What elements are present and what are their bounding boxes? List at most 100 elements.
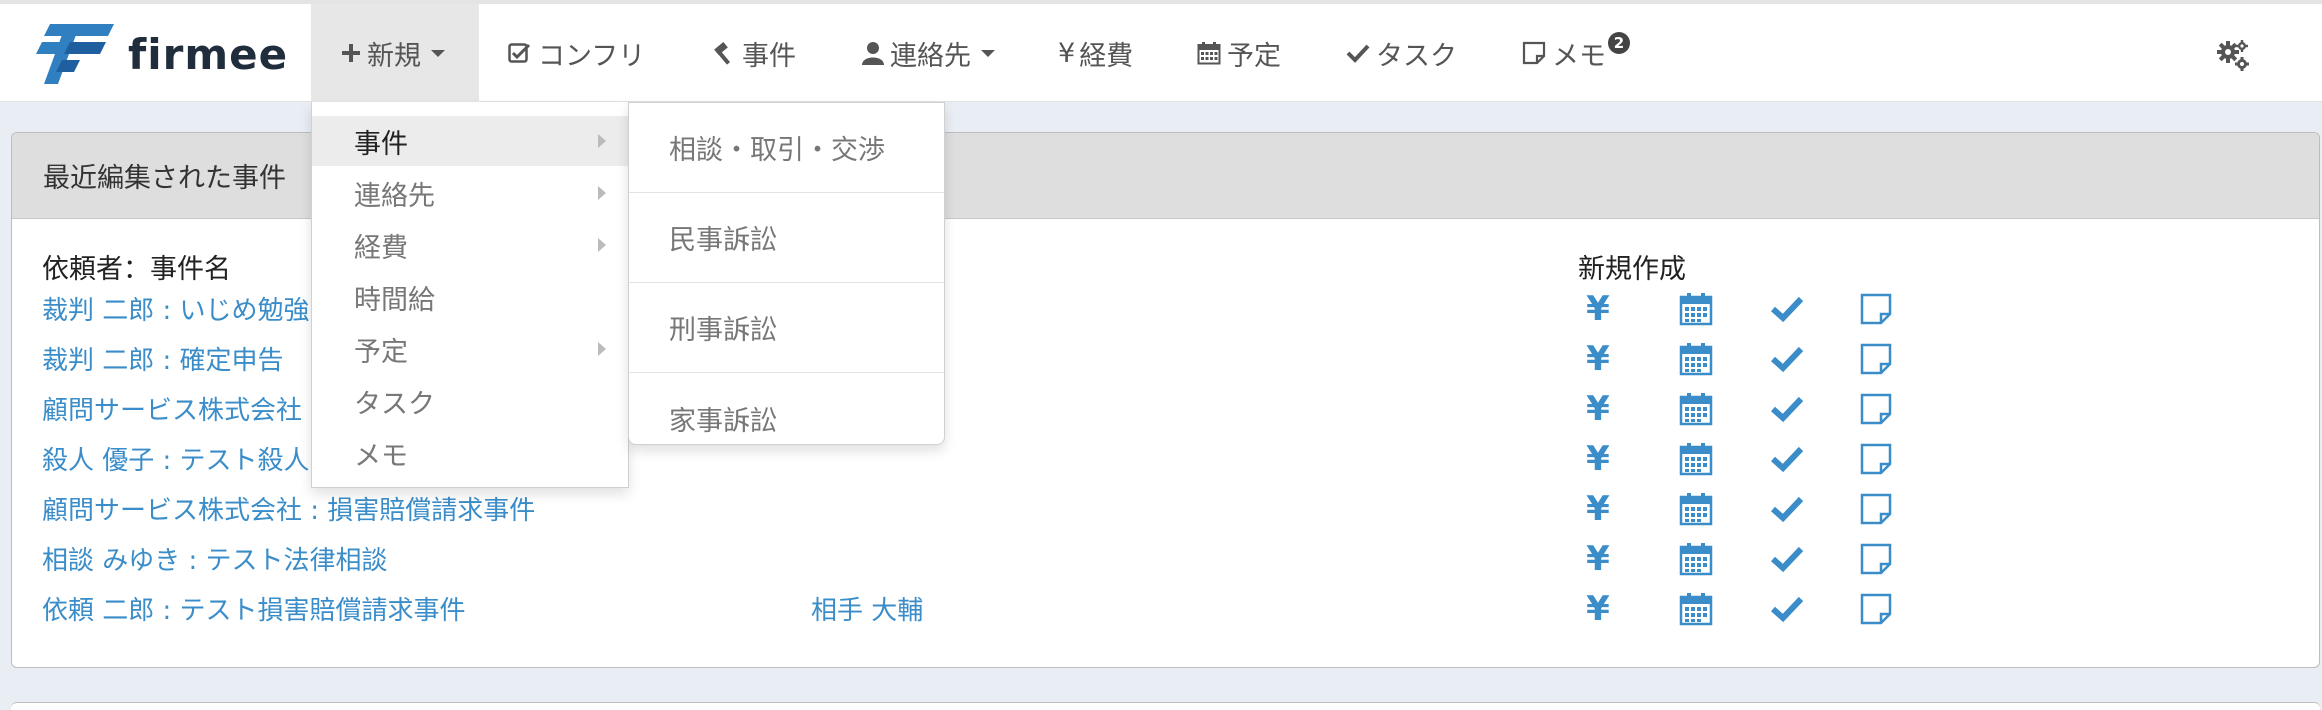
nav-cases-label: 事件 xyxy=(742,40,796,72)
new-expense-icon[interactable]: ¥ xyxy=(1578,289,1618,329)
menu-item-label: 予定 xyxy=(354,336,408,368)
case-type-submenu: 相談・取引・交渉 民事訴訟 刑事訴訟 家事訴訟 xyxy=(628,102,945,445)
new-expense-icon[interactable]: ¥ xyxy=(1578,589,1618,629)
nav-conflict-label: コンフリ xyxy=(538,40,646,72)
chevron-right-icon xyxy=(598,342,606,356)
case-link[interactable]: 裁判 二郎 : 確定申告 xyxy=(42,340,284,377)
menu-item-task[interactable]: タスク xyxy=(312,376,628,426)
menu-item-memo[interactable]: メモ xyxy=(312,428,628,478)
top-navbar: firmee 新規 コンフリ 事件 連絡先 ¥ 経費 予定 タスク メモ 2 xyxy=(0,0,2322,102)
case-link[interactable]: 依頼 二郎 : テスト損害賠償請求事件 xyxy=(42,590,466,627)
new-task-icon[interactable] xyxy=(1767,289,1807,329)
chevron-right-icon xyxy=(598,238,606,252)
new-memo-icon[interactable] xyxy=(1856,589,1896,629)
memo-count-badge: 2 xyxy=(1608,32,1630,54)
checkbox-icon xyxy=(508,42,532,64)
new-schedule-icon[interactable] xyxy=(1676,489,1716,529)
new-schedule-icon[interactable] xyxy=(1676,339,1716,379)
new-schedule-icon[interactable] xyxy=(1676,439,1716,479)
new-expense-icon[interactable]: ¥ xyxy=(1578,389,1618,429)
new-schedule-icon[interactable] xyxy=(1676,589,1716,629)
nav-contacts-dropdown[interactable]: 連絡先 xyxy=(862,4,995,102)
menu-item-label: メモ xyxy=(354,440,408,472)
nav-tasks-label: タスク xyxy=(1376,40,1457,72)
new-expense-icon[interactable]: ¥ xyxy=(1578,339,1618,379)
nav-cases[interactable]: 事件 xyxy=(712,4,796,102)
case-link[interactable]: 裁判 二郎 : いじめ勉強 xyxy=(42,290,310,327)
new-memo-icon[interactable] xyxy=(1856,539,1896,579)
menu-item-label: 時間給 xyxy=(354,284,435,316)
case-link[interactable]: 相談 みゆき : テスト法律相談 xyxy=(42,540,388,577)
column-header-new: 新規作成 xyxy=(1578,254,1686,285)
nav-conflict[interactable]: コンフリ xyxy=(508,4,645,102)
next-panel-edge xyxy=(11,702,2320,710)
gears-icon xyxy=(2217,40,2249,71)
case-link[interactable]: 殺人 優子 : テスト殺人 xyxy=(42,440,310,477)
new-memo-icon[interactable] xyxy=(1856,339,1896,379)
chevron-down-icon xyxy=(981,49,995,57)
new-task-icon[interactable] xyxy=(1767,589,1807,629)
submenu-item-family[interactable]: 家事訴訟 xyxy=(629,373,944,463)
yen-icon: ¥ xyxy=(1058,37,1076,69)
new-expense-icon[interactable]: ¥ xyxy=(1578,439,1618,479)
column-header-client-case: 依頼者：事件名 xyxy=(42,254,231,285)
brand-name: firmee xyxy=(128,29,289,79)
new-schedule-icon[interactable] xyxy=(1676,539,1716,579)
submenu-item-civil[interactable]: 民事訴訟 xyxy=(629,193,944,283)
yen-icon: ¥ xyxy=(1586,539,1610,579)
firmee-logo-icon xyxy=(36,24,114,84)
menu-item-label: 事件 xyxy=(354,128,408,160)
nav-tasks[interactable]: タスク xyxy=(1346,4,1457,102)
new-memo-icon[interactable] xyxy=(1856,489,1896,529)
new-task-icon[interactable] xyxy=(1767,439,1807,479)
nav-new-label: 新規 xyxy=(367,40,421,72)
new-expense-icon[interactable]: ¥ xyxy=(1578,489,1618,529)
new-memo-icon[interactable] xyxy=(1856,289,1896,329)
sticky-note-icon xyxy=(1522,41,1546,65)
nav-schedule[interactable]: 予定 xyxy=(1197,4,1281,102)
nav-expenses[interactable]: ¥ 経費 xyxy=(1058,4,1133,102)
nav-expenses-label: 経費 xyxy=(1079,40,1134,72)
chevron-right-icon xyxy=(598,186,606,200)
menu-item-label: タスク xyxy=(354,388,435,420)
nav-new-dropdown[interactable]: 新規 xyxy=(311,4,479,102)
nav-schedule-label: 予定 xyxy=(1227,40,1281,72)
chevron-down-icon xyxy=(431,49,445,57)
settings-button[interactable] xyxy=(2216,38,2250,76)
new-schedule-icon[interactable] xyxy=(1676,389,1716,429)
brand-logo[interactable]: firmee xyxy=(36,22,288,86)
check-icon xyxy=(1346,43,1370,63)
new-task-icon[interactable] xyxy=(1767,339,1807,379)
opponent-link[interactable]: 相手 大輔 xyxy=(811,590,923,627)
yen-icon: ¥ xyxy=(1586,339,1610,379)
yen-icon: ¥ xyxy=(1586,389,1610,429)
menu-item-contact[interactable]: 連絡先 xyxy=(312,168,628,218)
case-link[interactable]: 顧問サービス株式会社 xyxy=(42,390,302,427)
new-schedule-icon[interactable] xyxy=(1676,289,1716,329)
user-icon xyxy=(862,41,884,65)
new-task-icon[interactable] xyxy=(1767,489,1807,529)
menu-item-expense[interactable]: 経費 xyxy=(312,220,628,270)
submenu-item-consultation[interactable]: 相談・取引・交渉 xyxy=(629,103,944,193)
nav-contacts-label: 連絡先 xyxy=(890,40,971,72)
new-memo-icon[interactable] xyxy=(1856,439,1896,479)
submenu-item-criminal[interactable]: 刑事訴訟 xyxy=(629,283,944,373)
new-dropdown-menu: 事件 連絡先 経費 時間給 予定 タスク メモ xyxy=(311,102,629,488)
yen-icon: ¥ xyxy=(1586,289,1610,329)
menu-item-schedule[interactable]: 予定 xyxy=(312,324,628,374)
gavel-icon xyxy=(712,41,736,65)
yen-icon: ¥ xyxy=(1586,589,1610,629)
new-task-icon[interactable] xyxy=(1767,539,1807,579)
calendar-icon xyxy=(1197,41,1221,65)
case-link[interactable]: 顧問サービス株式会社 : 損害賠償請求事件 xyxy=(42,490,535,527)
menu-item-hourly[interactable]: 時間給 xyxy=(312,272,628,322)
menu-item-label: 連絡先 xyxy=(354,180,435,212)
new-task-icon[interactable] xyxy=(1767,389,1807,429)
chevron-right-icon xyxy=(598,134,606,148)
new-memo-icon[interactable] xyxy=(1856,389,1896,429)
new-expense-icon[interactable]: ¥ xyxy=(1578,539,1618,579)
nav-memo[interactable]: メモ 2 xyxy=(1522,4,1630,102)
menu-item-case[interactable]: 事件 xyxy=(312,116,628,166)
nav-memo-label: メモ xyxy=(1552,40,1606,72)
menu-item-label: 経費 xyxy=(354,232,408,264)
